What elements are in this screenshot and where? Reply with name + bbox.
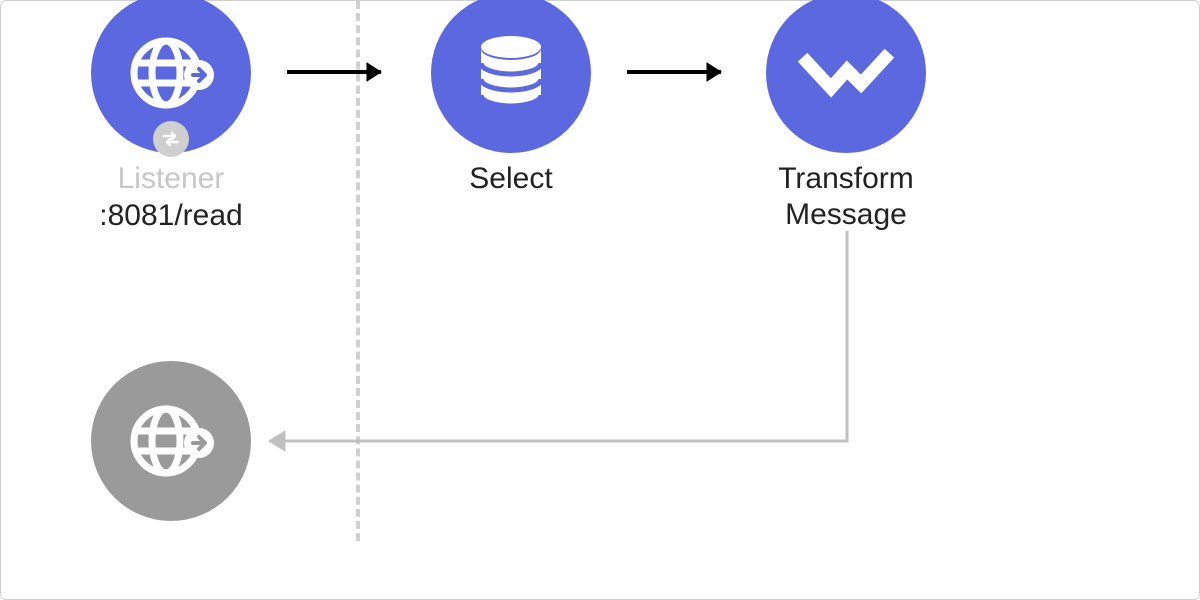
arrow-select-to-transform xyxy=(621,57,741,87)
flow-canvas: Listener :8081/read Select Transform Mes… xyxy=(1,1,1199,599)
return-arrow-transform-to-response xyxy=(241,231,881,461)
arrow-listener-to-select xyxy=(281,57,401,87)
node-listener-circle xyxy=(91,0,251,153)
chevron-transform-icon xyxy=(791,18,901,128)
node-transform-circle xyxy=(766,0,926,153)
node-select-label: Select xyxy=(469,161,552,197)
node-listener[interactable]: Listener :8081/read xyxy=(61,0,281,233)
bidirectional-arrows-icon xyxy=(160,128,182,150)
node-response-circle xyxy=(91,361,251,521)
node-transform[interactable]: Transform Message xyxy=(736,0,956,233)
listener-exchange-badge xyxy=(153,121,189,157)
node-listener-label: Listener xyxy=(118,161,225,197)
database-icon xyxy=(461,23,561,123)
node-listener-sublabel: :8081/read xyxy=(99,199,242,233)
globe-arrow-icon xyxy=(121,391,221,491)
node-select[interactable]: Select xyxy=(401,0,621,197)
node-select-circle xyxy=(431,0,591,153)
globe-arrow-icon xyxy=(121,23,221,123)
node-transform-label: Transform Message xyxy=(778,161,914,233)
